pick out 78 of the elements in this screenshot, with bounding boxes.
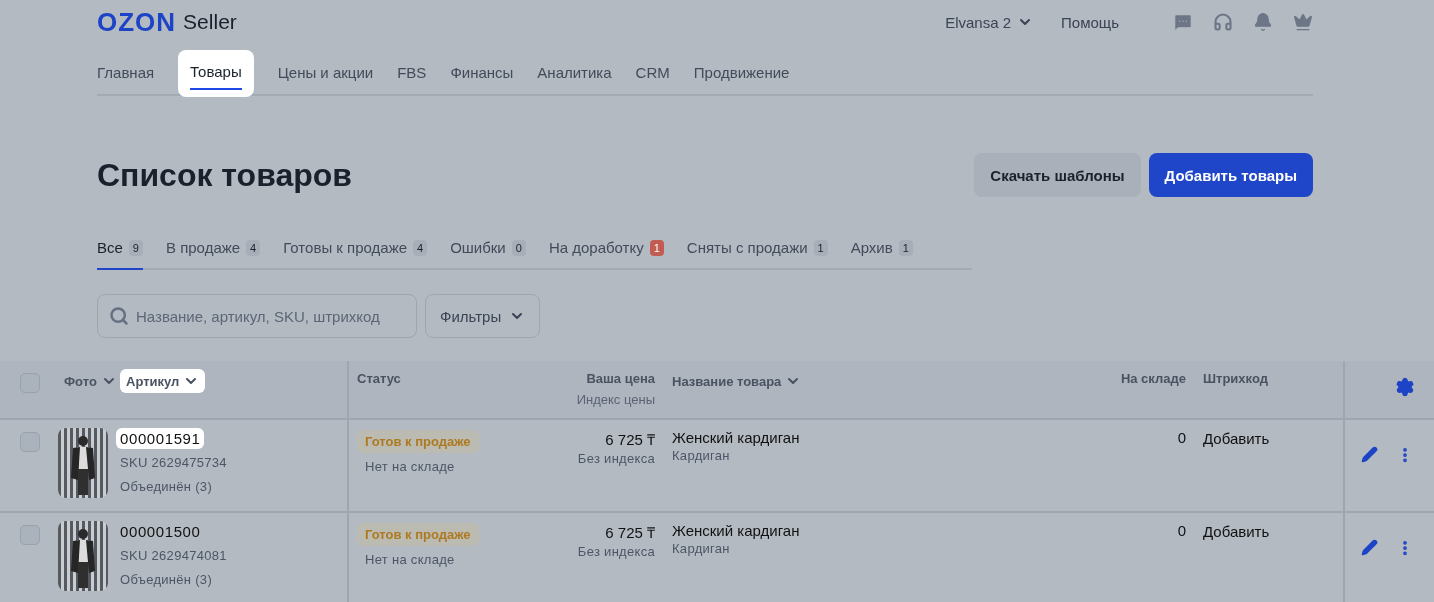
settings-icon[interactable]	[1395, 377, 1415, 397]
column-subheader: Индекс цены	[576, 392, 655, 407]
status-tab[interactable]: Все 9	[97, 239, 143, 270]
sort-button[interactable]: Артикул	[120, 369, 206, 393]
account-menu[interactable]: Elvansa 2	[945, 13, 1034, 31]
sort-button[interactable]: Фото	[58, 369, 123, 393]
category: Кардиган	[672, 541, 730, 556]
stock-note: Нет на складе	[365, 552, 455, 567]
article-number: 000001591	[116, 428, 205, 449]
headset-icon[interactable]	[1213, 12, 1233, 32]
nav-tab[interactable]: Финансы	[450, 50, 514, 91]
crown-icon[interactable]	[1293, 12, 1313, 32]
status-tab[interactable]: На доработку 1	[548, 239, 664, 270]
download-templates-button[interactable]: Скачать шаблоны	[974, 153, 1141, 197]
search-icon	[109, 306, 129, 326]
column-header: Статус	[357, 371, 401, 386]
checkbox[interactable]	[20, 432, 40, 452]
page-title: Список товаров	[97, 156, 352, 194]
price-index: Без индекса	[577, 451, 655, 466]
column-header: Ваша цена	[586, 371, 655, 386]
sku-text: SKU 2629474081	[120, 548, 227, 563]
price: 6 725 ₸	[605, 430, 655, 449]
add-products-button[interactable]: Добавить товары	[1148, 153, 1313, 197]
count-badge: 1	[813, 239, 828, 256]
status-badge: Готов к продаже	[357, 523, 479, 546]
article-number: 000001500	[119, 522, 202, 542]
count-badge: 4	[413, 239, 428, 256]
tab-label: Ошибки	[450, 239, 506, 256]
tab-label: Все	[97, 239, 123, 256]
nav-tab[interactable]: FBS	[397, 50, 427, 91]
bell-icon[interactable]	[1253, 12, 1273, 32]
merged-text: Объединён (3)	[120, 572, 213, 587]
edit-icon[interactable]	[1361, 539, 1378, 557]
price: 6 725 ₸	[605, 523, 655, 542]
stock-note: Нет на складе	[365, 459, 455, 474]
stock-count: 0	[1177, 429, 1186, 446]
tab-label: Готовы к продаже	[283, 239, 407, 256]
column-header: Штрихкод	[1203, 371, 1268, 386]
status-tab[interactable]: Сняты с продажи 1	[686, 239, 828, 270]
category: Кардиган	[672, 448, 730, 463]
product-name: Женский кардиган	[672, 429, 800, 446]
count-badge: 9	[128, 239, 143, 256]
help-link[interactable]: Помощь	[1061, 13, 1119, 31]
price-index: Без индекса	[577, 544, 655, 559]
status-tab[interactable]: Архив 1	[850, 239, 913, 270]
tab-label: Сняты с продажи	[686, 239, 808, 256]
nav-tab[interactable]: Главная	[97, 50, 155, 91]
count-badge: 4	[246, 239, 261, 256]
stock-count: 0	[1177, 522, 1186, 539]
tab-label: В продаже	[166, 239, 241, 256]
count-badge: 1	[898, 239, 913, 256]
count-badge: 0	[511, 239, 526, 256]
nav-tab[interactable]: Товары	[178, 50, 254, 97]
edit-icon[interactable]	[1361, 446, 1378, 464]
search-field[interactable]: Название, артикул, SKU, штрихкод	[97, 294, 417, 338]
add-barcode-link[interactable]: Добавить	[1203, 523, 1270, 540]
logo[interactable]: OZON	[97, 6, 177, 38]
nav-tab[interactable]: Цены и акции	[277, 50, 374, 91]
add-barcode-link[interactable]: Добавить	[1203, 430, 1270, 447]
status-badge: Готов к продаже	[357, 430, 479, 453]
chat-icon[interactable]	[1173, 12, 1193, 32]
tab-label: Архив	[850, 239, 893, 256]
tab-label: На доработку	[548, 239, 644, 256]
filters-button[interactable]: Фильтры	[425, 294, 541, 338]
column-header: На складе	[1120, 371, 1186, 386]
status-tab[interactable]: В продаже 4	[166, 239, 261, 270]
status-tab[interactable]: Готовы к продаже 4	[283, 239, 428, 270]
checkbox[interactable]	[20, 525, 40, 545]
status-tab[interactable]: Ошибки 0	[450, 239, 526, 270]
sku-text: SKU 2629475734	[120, 455, 227, 470]
product-name: Женский кардиган	[672, 522, 800, 539]
count-badge: 1	[649, 239, 664, 256]
nav-tab[interactable]: CRM	[635, 50, 670, 91]
sort-button[interactable]: Название товара	[672, 369, 802, 393]
logo-suffix: Seller	[183, 10, 237, 34]
nav-tab[interactable]: Продвижение	[693, 50, 790, 91]
merged-text: Объединён (3)	[120, 479, 213, 494]
nav-tab[interactable]: Аналитика	[537, 50, 612, 91]
